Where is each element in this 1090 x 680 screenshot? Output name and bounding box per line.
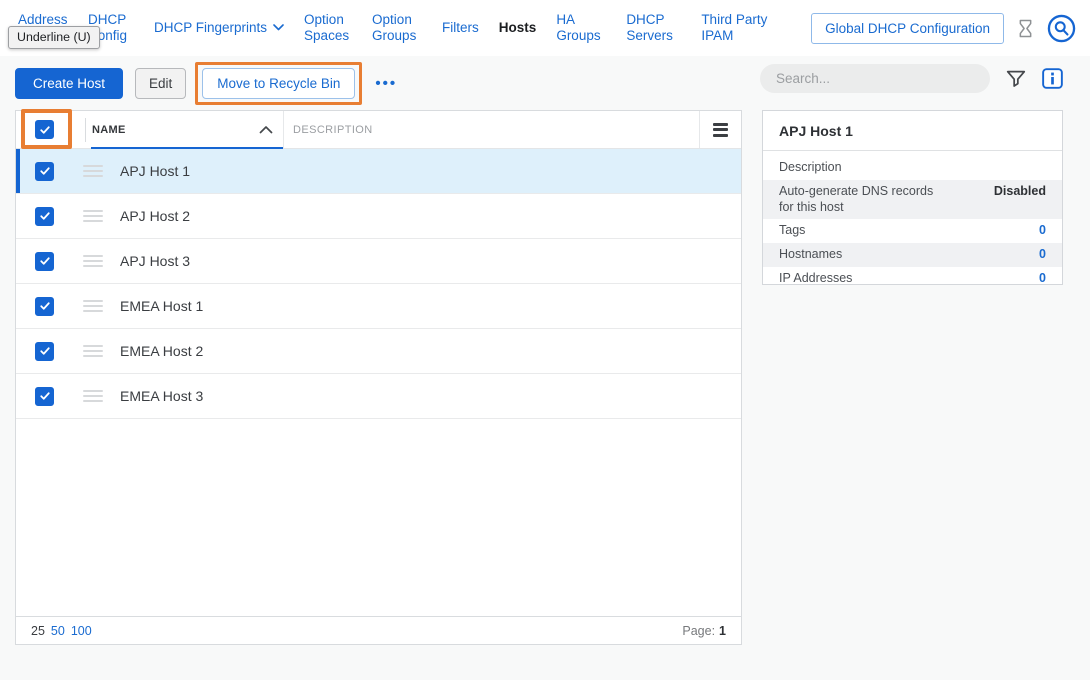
- row-checkbox[interactable]: [35, 252, 54, 271]
- page-size-25[interactable]: 25: [31, 624, 45, 638]
- move-to-recycle-bin-button[interactable]: Move to Recycle Bin: [202, 68, 355, 99]
- details-row-value[interactable]: 0: [1039, 271, 1046, 285]
- row-checkbox[interactable]: [35, 342, 54, 361]
- nav-item-third-party-ipam[interactable]: Third Party IPAM: [701, 12, 777, 44]
- table-row[interactable]: APJ Host 1: [16, 149, 741, 194]
- table-pagination: 25 50 100 Page: 1: [16, 616, 741, 644]
- row-name[interactable]: EMEA Host 1: [120, 298, 203, 314]
- details-description-label: Description: [763, 151, 1062, 180]
- page-size-100[interactable]: 100: [71, 624, 92, 638]
- select-all-checkbox[interactable]: [35, 120, 54, 139]
- checkmark-icon: [39, 300, 51, 312]
- nav-item-option-groups[interactable]: Option Groups: [372, 12, 422, 44]
- table-row[interactable]: EMEA Host 2: [16, 329, 741, 374]
- table-row[interactable]: EMEA Host 1: [16, 284, 741, 329]
- checkmark-icon: [39, 345, 51, 357]
- search-input[interactable]: [760, 64, 990, 93]
- row-checkbox[interactable]: [35, 297, 54, 316]
- checkmark-icon: [39, 124, 51, 136]
- row-name[interactable]: APJ Host 1: [120, 163, 190, 179]
- details-row-value: Disabled: [994, 184, 1046, 198]
- table-row[interactable]: EMEA Host 3: [16, 374, 741, 419]
- drag-handle-icon[interactable]: [83, 207, 103, 225]
- row-name[interactable]: EMEA Host 2: [120, 343, 203, 359]
- column-header-name-label: NAME: [92, 124, 126, 136]
- nav-item-label: DHCP Fingerprints: [154, 20, 267, 36]
- details-title: APJ Host 1: [763, 111, 1062, 151]
- details-row: Tags 0: [763, 219, 1062, 243]
- column-header-name[interactable]: NAME: [85, 111, 283, 148]
- global-dhcp-configuration-button[interactable]: Global DHCP Configuration: [811, 13, 1004, 44]
- table-row[interactable]: APJ Host 3: [16, 239, 741, 284]
- more-options-icon[interactable]: •••: [375, 76, 397, 91]
- checkmark-icon: [39, 210, 51, 222]
- content-area: Create Host Edit Move to Recycle Bin •••: [0, 56, 1090, 680]
- table-header-row: NAME DESCRIPTION: [16, 111, 741, 149]
- nav-item-dhcp-fingerprints[interactable]: DHCP Fingerprints: [154, 20, 284, 36]
- highlight-box-recycle-button: Move to Recycle Bin: [195, 62, 362, 105]
- page-number: 1: [719, 624, 726, 638]
- drag-handle-icon[interactable]: [83, 342, 103, 360]
- drag-handle-icon[interactable]: [83, 297, 103, 315]
- details-row-value[interactable]: 0: [1039, 223, 1046, 237]
- filter-icon[interactable]: [1005, 68, 1027, 90]
- row-name[interactable]: APJ Host 3: [120, 253, 190, 269]
- search-toolbar: [760, 64, 1063, 93]
- select-all-column: [16, 111, 85, 148]
- hosts-table: NAME DESCRIPTION APJ Host 1 APJ Host 2: [15, 110, 742, 645]
- sort-ascending-icon[interactable]: [259, 125, 273, 134]
- checkmark-icon: [39, 165, 51, 177]
- details-row-label: Auto-generate DNS records for this host: [779, 184, 949, 215]
- action-toolbar: Create Host Edit Move to Recycle Bin •••: [15, 62, 397, 105]
- column-menu-glyph: [713, 120, 728, 139]
- checkmark-icon: [39, 390, 51, 402]
- row-checkbox[interactable]: [35, 162, 54, 181]
- create-host-button[interactable]: Create Host: [15, 68, 123, 99]
- nav-right-group: Global DHCP Configuration: [811, 13, 1076, 44]
- table-empty-space: [16, 419, 741, 616]
- edit-button[interactable]: Edit: [135, 68, 186, 99]
- hourglass-icon[interactable]: [1018, 19, 1033, 38]
- page-label: Page:: [682, 624, 715, 638]
- nav-item-ha-groups[interactable]: HA Groups: [556, 12, 606, 44]
- details-row: IP Addresses 0: [763, 267, 1062, 291]
- nav-item-filters[interactable]: Filters: [442, 20, 479, 36]
- details-row-label: IP Addresses: [779, 271, 949, 287]
- column-header-description[interactable]: DESCRIPTION: [283, 111, 699, 148]
- nav-item-option-spaces[interactable]: Option Spaces: [304, 12, 352, 44]
- details-row-label: Hostnames: [779, 247, 949, 263]
- row-name[interactable]: APJ Host 2: [120, 208, 190, 224]
- nav-item-hosts[interactable]: Hosts: [499, 20, 537, 36]
- table-row[interactable]: APJ Host 2: [16, 194, 741, 239]
- top-navigation: Address Spaces DHCP Config DHCP Fingerpr…: [0, 0, 1090, 56]
- column-menu-icon[interactable]: [699, 111, 741, 148]
- details-row-label: Tags: [779, 223, 949, 239]
- details-row-value[interactable]: 0: [1039, 247, 1046, 261]
- details-row: Hostnames 0: [763, 243, 1062, 267]
- details-row: Auto-generate DNS records for this host …: [763, 180, 1062, 219]
- row-name[interactable]: EMEA Host 3: [120, 388, 203, 404]
- checkmark-icon: [39, 255, 51, 267]
- chevron-down-icon: [273, 24, 284, 31]
- nav-item-dhcp-servers[interactable]: DHCP Servers: [626, 12, 681, 44]
- search-icon[interactable]: [1047, 14, 1076, 43]
- tooltip-underline: Underline (U): [8, 26, 100, 49]
- row-checkbox[interactable]: [35, 207, 54, 226]
- drag-handle-icon[interactable]: [83, 162, 103, 180]
- column-header-description-label: DESCRIPTION: [293, 124, 373, 136]
- drag-handle-icon[interactable]: [83, 387, 103, 405]
- page-size-50[interactable]: 50: [51, 624, 65, 638]
- info-icon[interactable]: [1042, 68, 1063, 89]
- row-checkbox[interactable]: [35, 387, 54, 406]
- page-indicator: Page: 1: [682, 624, 726, 638]
- drag-handle-icon[interactable]: [83, 252, 103, 270]
- details-panel: APJ Host 1 Description Auto-generate DNS…: [762, 110, 1063, 285]
